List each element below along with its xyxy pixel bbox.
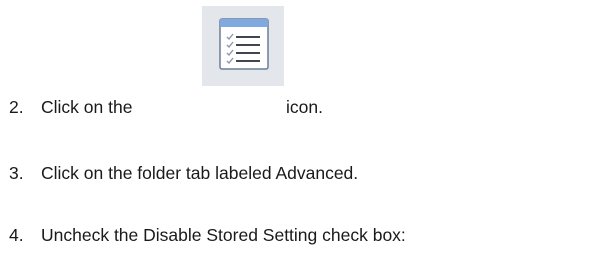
step-text: Uncheck the Disable Stored Setting check… (41, 225, 406, 245)
step-2-trailing-text: icon. (286, 97, 323, 117)
step-number: 4. (9, 225, 24, 245)
instruction-step-4: 4. Uncheck the Disable Stored Setting che… (9, 224, 406, 246)
step-number: 2. (9, 97, 24, 117)
step-text: Click on the (41, 97, 133, 117)
instruction-step-2: 2. Click on the (9, 96, 132, 118)
instruction-step-3: 3. Click on the folder tab labeled Advanc… (9, 162, 358, 184)
step-number: 3. (9, 163, 24, 183)
step-text: Click on the folder tab labeled Advanced… (41, 163, 359, 183)
settings-list-icon (202, 6, 284, 86)
